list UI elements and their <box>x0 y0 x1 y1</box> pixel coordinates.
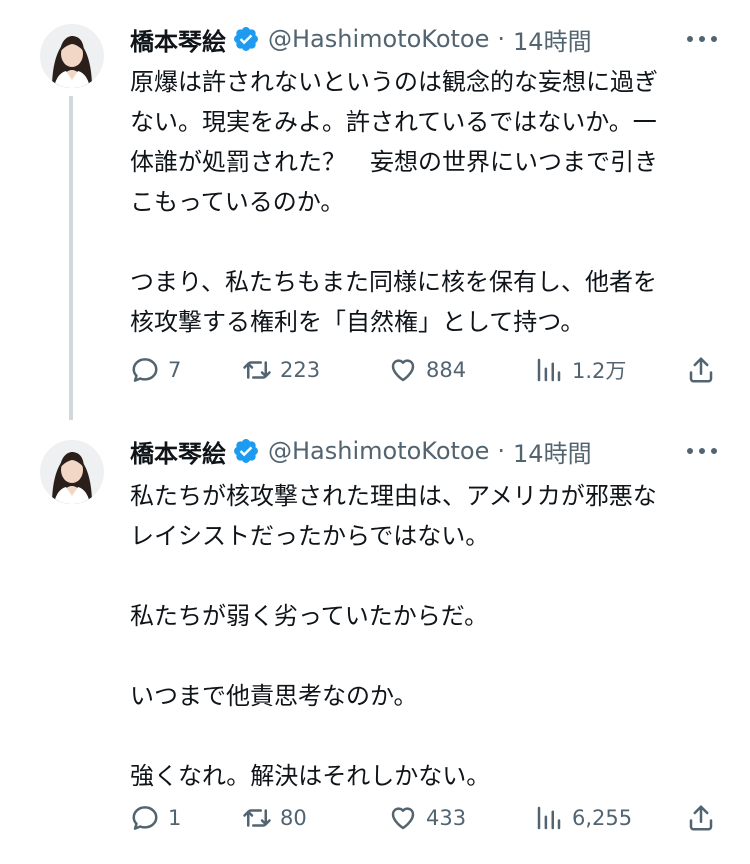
like-button[interactable]: 433 <box>388 798 466 838</box>
reply-icon <box>132 358 158 382</box>
retweet-button[interactable]: 223 <box>242 350 320 390</box>
avatar[interactable] <box>40 24 104 88</box>
tweet-paragraph: つまり、私たちもまた同様に核を保有し、他者を 核攻撃する権利を「自然権」として持… <box>130 268 658 336</box>
tweet-header: 橋本琴絵 @HashimotoKotoe · 14時間 <box>130 22 592 56</box>
retweet-count: 223 <box>280 358 321 382</box>
author-handle[interactable]: @HashimotoKotoe <box>268 437 489 465</box>
author-name[interactable]: 橋本琴絵 <box>130 434 226 469</box>
tweet-paragraph: 強くなれ。解決はそれしかない。 <box>130 762 491 790</box>
heart-icon <box>391 807 415 830</box>
verified-badge-icon <box>232 25 260 53</box>
tweet[interactable]: 橋本琴絵 @HashimotoKotoe · 14時間 原爆は許されないというの… <box>0 0 750 420</box>
tweet-header: 橋本琴絵 @HashimotoKotoe · 14時間 <box>130 434 592 468</box>
tweet-text: 原爆は許されないというのは観念的な妄想に過ぎ ない。現実をみよ。許されているでは… <box>130 62 720 342</box>
retweet-count: 80 <box>280 806 307 830</box>
author-handle[interactable]: @HashimotoKotoe <box>268 25 489 53</box>
reply-count: 7 <box>168 358 182 382</box>
retweet-button[interactable]: 80 <box>242 798 307 838</box>
views-chart-icon <box>537 806 561 830</box>
reply-icon <box>132 806 158 830</box>
timestamp[interactable]: 14時間 <box>513 22 592 57</box>
share-icon <box>689 805 713 831</box>
author-name[interactable]: 橋本琴絵 <box>130 22 226 57</box>
reply-button[interactable]: 1 <box>130 798 181 838</box>
tweet-paragraph: 原爆は許されないというのは観念的な妄想に過ぎ ない。現実をみよ。許されているでは… <box>130 68 658 216</box>
like-count: 433 <box>426 806 467 830</box>
thread-connector-line <box>69 96 73 420</box>
views-count: 1.2万 <box>572 359 627 383</box>
retweet-icon <box>243 809 271 827</box>
like-count: 884 <box>426 358 467 382</box>
separator-dot: · <box>497 25 506 53</box>
tweet[interactable]: 橋本琴絵 @HashimotoKotoe · 14時間 私たちが核攻撃された理由… <box>0 420 750 864</box>
like-button[interactable]: 884 <box>388 350 466 390</box>
avatar[interactable] <box>40 440 104 504</box>
separator-dot: · <box>497 437 506 465</box>
tweet-paragraph: いつまで他責思考なのか。 <box>130 682 418 710</box>
tweet-text: 私たちが核攻撃された理由は、アメリカが邪悪な レイシストだったからではない。 私… <box>130 476 720 796</box>
heart-icon <box>391 359 415 382</box>
share-button[interactable] <box>686 798 716 838</box>
views-count: 6,255 <box>572 806 633 830</box>
reply-button[interactable]: 7 <box>130 350 181 390</box>
views-button[interactable]: 1.2万 <box>534 350 626 390</box>
avatar-image <box>40 440 104 504</box>
views-chart-icon <box>537 358 561 382</box>
action-bar: 7 223 884 1.2万 <box>130 350 720 390</box>
retweet-icon <box>243 361 271 379</box>
reply-count: 1 <box>168 806 182 830</box>
tweet-paragraph: 私たちが核攻撃された理由は、アメリカが邪悪な レイシストだったからではない。 <box>130 482 657 550</box>
more-options-icon[interactable] <box>682 434 722 468</box>
views-button[interactable]: 6,255 <box>534 798 632 838</box>
timestamp[interactable]: 14時間 <box>513 434 592 469</box>
verified-badge-icon <box>232 437 260 465</box>
action-bar: 1 80 433 6,255 <box>130 798 720 838</box>
share-button[interactable] <box>686 350 716 390</box>
share-icon <box>689 357 713 383</box>
more-options-icon[interactable] <box>682 22 722 56</box>
avatar-image <box>40 24 104 88</box>
tweet-paragraph: 私たちが弱く劣っていたからだ。 <box>130 602 489 630</box>
tweet-thread: 橋本琴絵 @HashimotoKotoe · 14時間 原爆は許されないというの… <box>0 0 750 864</box>
